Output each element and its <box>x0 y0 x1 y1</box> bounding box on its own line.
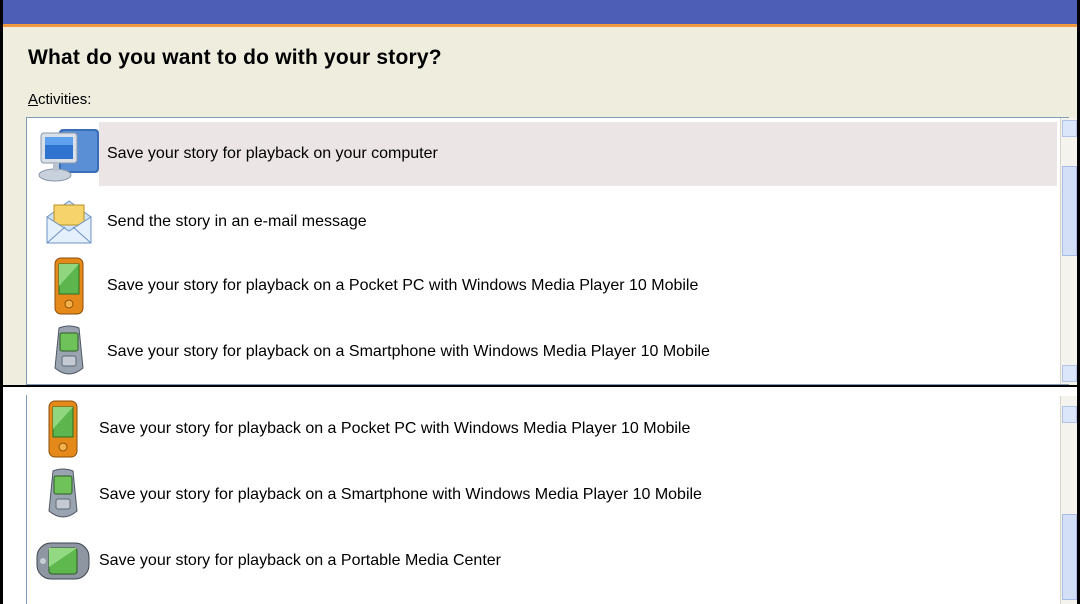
activities-label: Activities: <box>28 91 91 108</box>
activity-item-smartphone[interactable]: Save your story for playback on a Smartp… <box>27 322 1057 382</box>
scroll-up-button[interactable] <box>1062 406 1077 423</box>
pocket-pc-icon <box>48 400 78 458</box>
portable-media-center-icon <box>36 542 90 580</box>
computer-icon <box>38 129 99 182</box>
activity-label: Save your story for playback on a Smartp… <box>107 343 710 360</box>
activities-list-scrolled-scrollbar[interactable] <box>1060 396 1077 604</box>
email-envelope-icon <box>46 200 92 244</box>
activities-list[interactable]: Save your story for playback on your com… <box>26 117 1069 385</box>
dialog-heading: What do you want to do with your story? <box>28 46 442 69</box>
pocket-pc-icon <box>54 257 84 315</box>
activity-label: Save your story for playback on a Smartp… <box>99 486 702 503</box>
scroll-thumb[interactable] <box>1062 514 1077 600</box>
activity-label: Save your story for playback on a Pocket… <box>107 277 699 294</box>
activity-label: Save your story for playback on a Portab… <box>99 552 501 569</box>
window-border-left <box>0 0 3 604</box>
activity-item-smartphone[interactable]: Save your story for playback on a Smartp… <box>27 465 1057 525</box>
activity-item-email[interactable]: Send the story in an e-mail message <box>27 192 1057 252</box>
activities-accelerator: A <box>28 91 39 108</box>
scroll-up-button[interactable] <box>1062 120 1077 137</box>
scroll-thumb[interactable] <box>1062 166 1077 256</box>
activity-item-computer[interactable]: Save your story for playback on your com… <box>27 118 1057 190</box>
smartphone-icon <box>54 325 84 375</box>
activity-label: Save your story for playback on your com… <box>107 145 438 162</box>
dialog-window: What do you want to do with your story? … <box>0 0 1080 604</box>
activity-item-portable-media-center[interactable]: Save your story for playback on a Portab… <box>27 531 1057 591</box>
smartphone-icon <box>48 468 78 518</box>
title-bar <box>0 0 1080 27</box>
activity-item-pocket-pc[interactable]: Save your story for playback on a Pocket… <box>27 256 1057 316</box>
activity-label: Save your story for playback on a Pocket… <box>99 420 691 437</box>
scroll-down-button[interactable] <box>1062 365 1077 382</box>
activity-label: Send the story in an e-mail message <box>107 213 367 230</box>
activity-item-pocket-pc[interactable]: Save your story for playback on a Pocket… <box>27 399 1057 459</box>
activities-label-text: ctivities: <box>38 91 92 108</box>
activities-list-scrolled[interactable]: Save your story for playback on a Pocket… <box>26 395 1069 604</box>
activities-list-scrollbar[interactable] <box>1060 118 1077 384</box>
